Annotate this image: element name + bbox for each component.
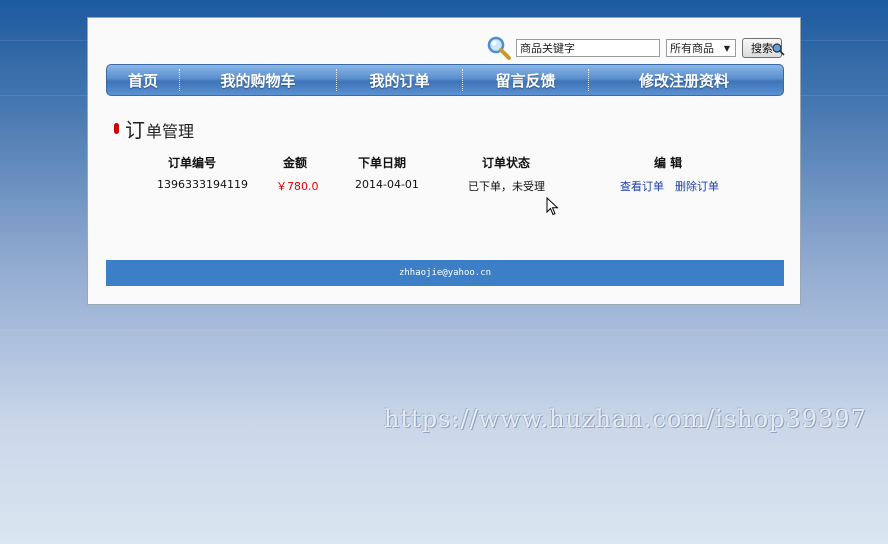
footer: zhhaojie@yahoo.cn	[106, 260, 784, 286]
nav-item-cart[interactable]: 我的购物车	[180, 64, 336, 96]
main-panel: 所有商品 ▼ 搜索 首页 我的购物车 我的订单 留言反馈 修改注册资料 订 单管…	[87, 17, 801, 305]
page-title-first-char: 订	[125, 118, 145, 142]
watermark-text: https://www.huzhan.com/ishop39397	[384, 405, 867, 433]
mouse-cursor-icon	[546, 197, 559, 216]
header-order-number: 订单编号	[168, 156, 217, 170]
search-input[interactable]	[516, 39, 660, 57]
search-button[interactable]: 搜索	[742, 38, 785, 58]
header-order-date: 下单日期	[358, 156, 407, 170]
view-order-link[interactable]: 查看订单	[620, 178, 664, 194]
header-edit: 编 辑	[654, 156, 683, 170]
background-stripe	[0, 330, 888, 331]
page-title: 订 单管理	[114, 114, 194, 143]
search-bar: 所有商品 ▼ 搜索	[486, 36, 785, 60]
category-select[interactable]: 所有商品 ▼	[666, 39, 736, 57]
nav-item-home[interactable]: 首页	[107, 64, 179, 96]
nav-item-feedback[interactable]: 留言反馈	[463, 64, 588, 96]
order-status: 已下单，未受理	[468, 180, 545, 193]
magnifier-icon	[772, 43, 785, 56]
order-number: 1396333194119	[157, 178, 248, 191]
nav-item-edit-profile[interactable]: 修改注册资料	[589, 64, 779, 96]
main-nav: 首页 我的购物车 我的订单 留言反馈 修改注册资料	[106, 64, 784, 96]
chevron-down-icon: ▼	[723, 44, 730, 53]
nav-item-orders[interactable]: 我的订单	[337, 64, 462, 96]
footer-email: zhhaojie@yahoo.cn	[398, 268, 492, 278]
order-date: 2014-04-01	[355, 178, 419, 191]
bullet-icon	[114, 123, 119, 134]
delete-order-link[interactable]: 删除订单	[675, 178, 719, 194]
header-amount: 金额	[283, 156, 308, 170]
search-icon	[487, 36, 511, 60]
order-amount: ￥780.0	[276, 180, 319, 193]
category-select-value: 所有商品	[670, 42, 714, 55]
header-order-status: 订单状态	[482, 156, 531, 170]
page-title-rest: 单管理	[146, 122, 195, 141]
search-button-label: 搜索	[751, 42, 773, 55]
